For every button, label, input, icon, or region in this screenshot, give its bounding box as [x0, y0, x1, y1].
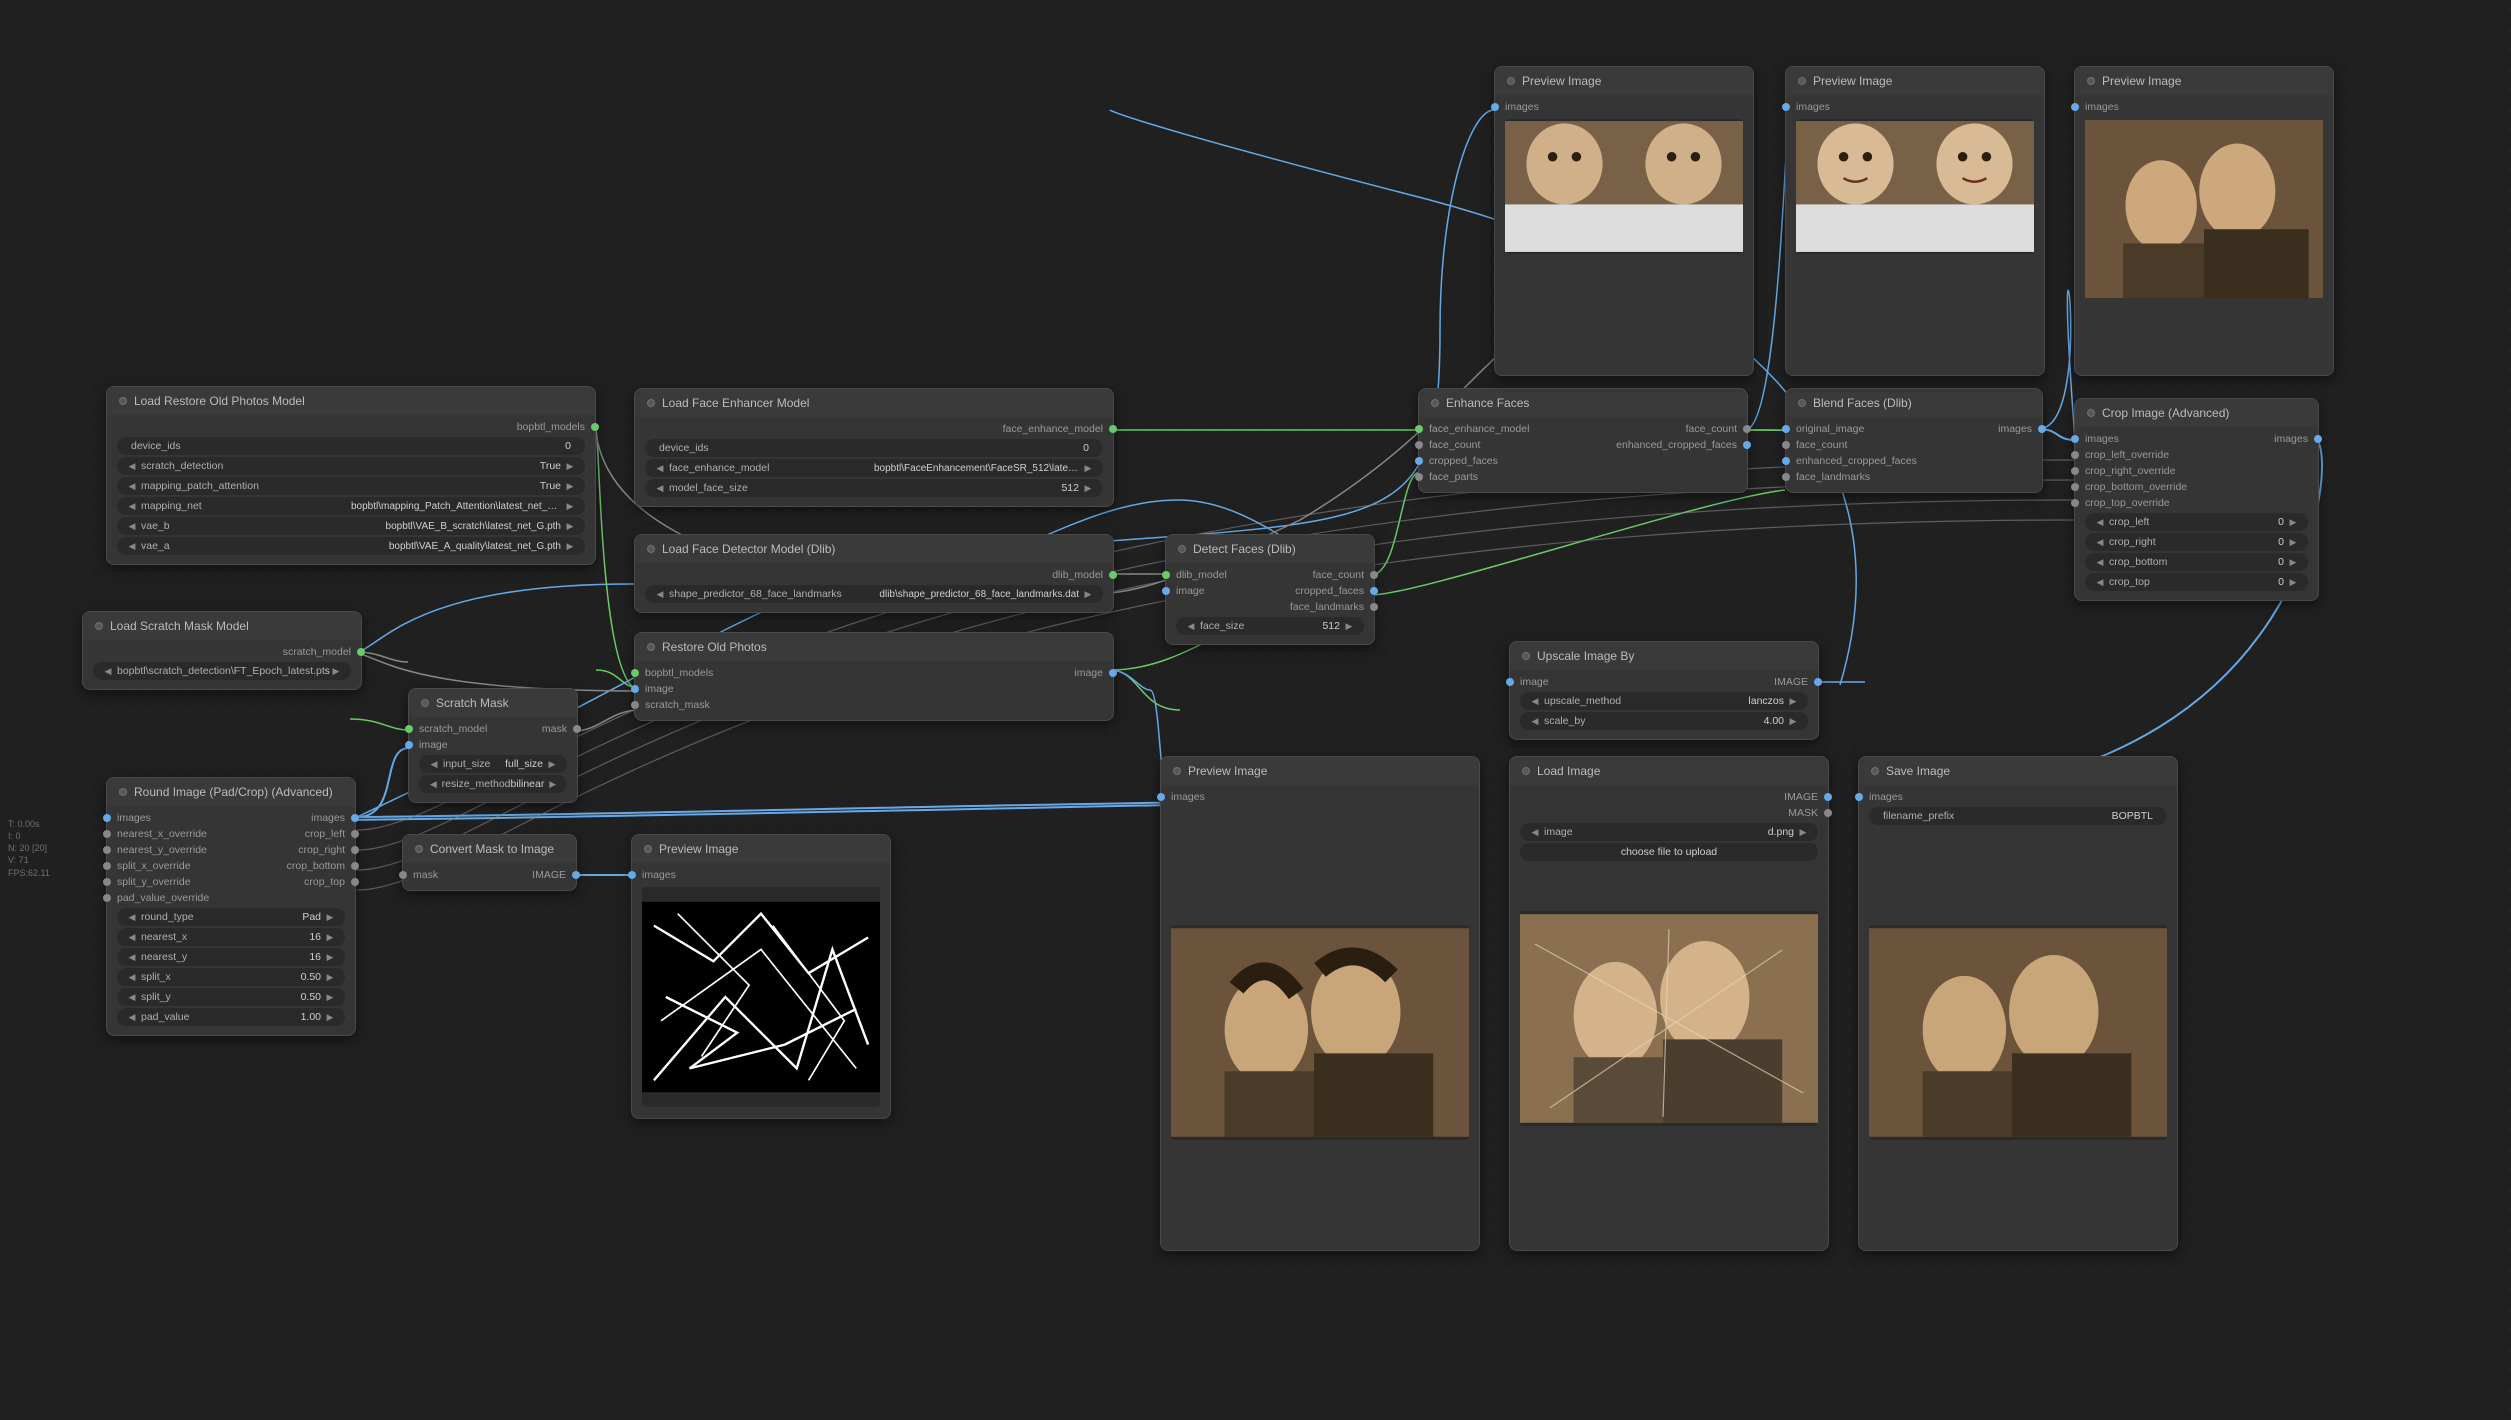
save-image-preview [1869, 925, 2167, 1140]
node-upscale-image-by[interactable]: Upscale Image By imageIMAGE ◀upscale_met… [1509, 641, 1819, 740]
node-convert-mask-to-image[interactable]: Convert Mask to Image maskIMAGE [402, 834, 577, 891]
choose-file-button[interactable]: choose file to upload [1520, 843, 1818, 861]
node-blend-faces-dlib[interactable]: Blend Faces (Dlib) original_imageimages … [1785, 388, 2043, 493]
node-load-scratch-mask-model[interactable]: Load Scratch Mask Model scratch_model ◀b… [82, 611, 362, 690]
node-preview-image-mask[interactable]: Preview Image images [631, 834, 891, 1119]
preview-faces-image [1505, 119, 1743, 254]
preview-blended-image [2085, 119, 2323, 299]
node-preview-image-blended[interactable]: Preview Image images [2074, 66, 2334, 376]
node-header[interactable]: Load Restore Old Photos Model [107, 387, 595, 415]
preview-mask-image [642, 887, 880, 1107]
node-enhance-faces[interactable]: Enhance Faces face_enhance_modelface_cou… [1418, 388, 1748, 493]
canvas-stats: T: 0.00sI: 0N: 20 [20]V: 71FPS:62.11 [8, 818, 50, 879]
node-scratch-mask[interactable]: Scratch Mask scratch_modelmask image ◀in… [408, 688, 578, 803]
node-preview-image-restored[interactable]: Preview Image images [1160, 756, 1480, 1251]
node-preview-image-faces[interactable]: Preview Image images [1494, 66, 1754, 376]
preview-restored-image [1171, 925, 1469, 1140]
node-save-image[interactable]: Save Image images filename_prefixBOPBTL [1858, 756, 2178, 1251]
node-load-image[interactable]: Load Image IMAGE MASK ◀imaged.png▶ choos… [1509, 756, 1829, 1251]
node-preview-image-enhanced[interactable]: Preview Image images [1785, 66, 2045, 376]
node-round-image-advanced[interactable]: Round Image (Pad/Crop) (Advanced) images… [106, 777, 356, 1036]
node-load-face-detector-model[interactable]: Load Face Detector Model (Dlib) dlib_mod… [634, 534, 1114, 613]
node-load-face-enhancer-model[interactable]: Load Face Enhancer Model face_enhance_mo… [634, 388, 1114, 507]
load-image-preview [1520, 911, 1818, 1126]
node-restore-old-photos[interactable]: Restore Old Photos bopbtl_modelsimage im… [634, 632, 1114, 721]
node-crop-image-advanced[interactable]: Crop Image (Advanced) imagesimages crop_… [2074, 398, 2319, 601]
node-load-restore-old-photos-model[interactable]: Load Restore Old Photos Model bopbtl_mod… [106, 386, 596, 565]
node-detect-faces-dlib[interactable]: Detect Faces (Dlib) dlib_modelface_count… [1165, 534, 1375, 645]
preview-enhanced-image [1796, 119, 2034, 254]
